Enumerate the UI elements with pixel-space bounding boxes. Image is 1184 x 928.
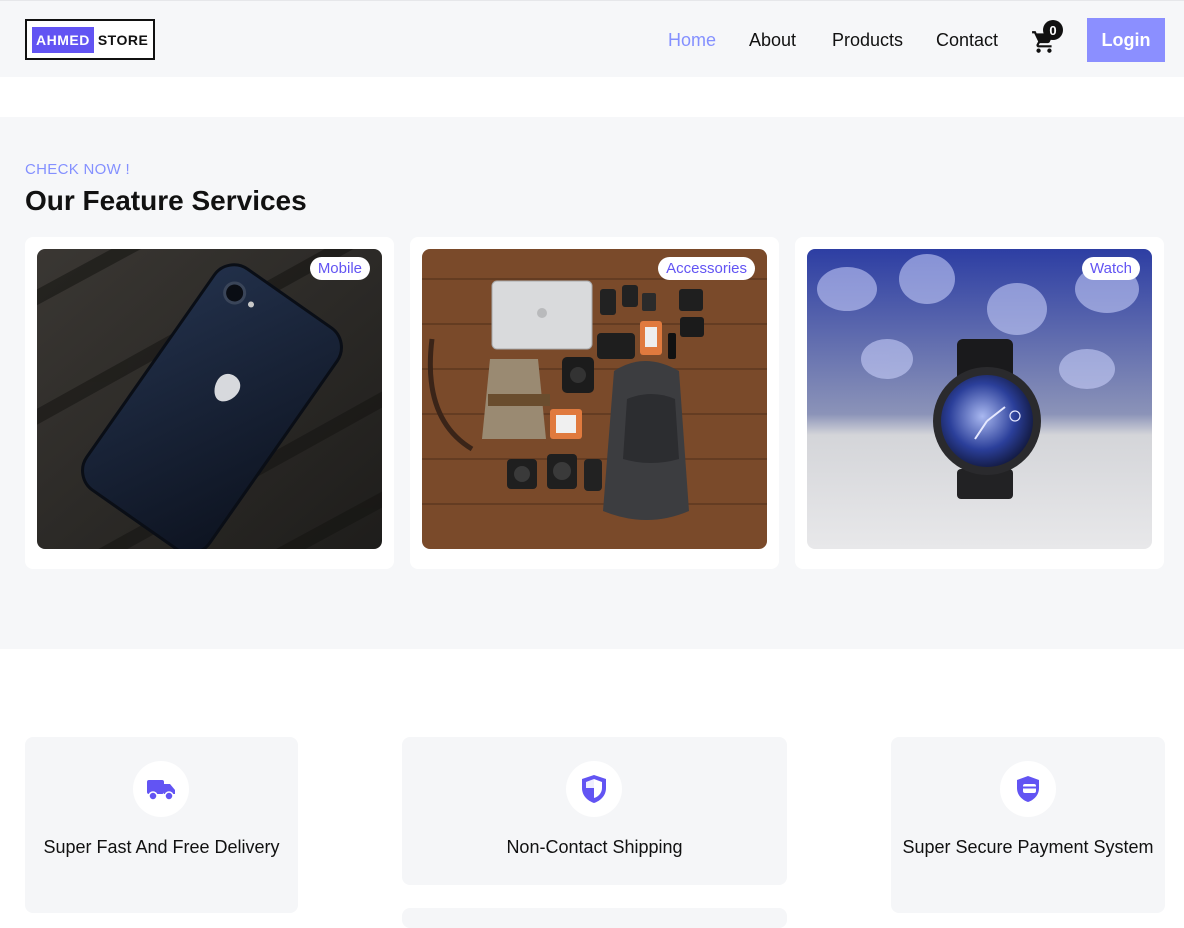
nav-products[interactable]: Products xyxy=(832,30,903,51)
section-title: Our Feature Services xyxy=(25,185,307,216)
watch-image: Watch xyxy=(807,249,1152,549)
shield-icon xyxy=(582,775,606,803)
section-kicker: CHECK NOW ! xyxy=(25,161,130,178)
feature-icon-wrap xyxy=(133,761,189,817)
card-tag-watch: Watch xyxy=(1082,257,1140,280)
mobile-image: Mobile xyxy=(37,249,382,549)
feature-non-contact-shipping: Non-Contact Shipping xyxy=(402,737,787,885)
featured-section: CHECK NOW ! Our Feature Services Mobile … xyxy=(0,117,1184,649)
login-button[interactable]: Login xyxy=(1087,18,1165,62)
site-header: AHMED STORE Home About Products Contact … xyxy=(0,0,1184,77)
feature-icon-wrap xyxy=(566,761,622,817)
feature-fast-delivery: Super Fast And Free Delivery xyxy=(25,737,298,913)
card-tag-mobile: Mobile xyxy=(309,257,370,280)
feature-secure-payment: Super Secure Payment System xyxy=(891,737,1165,913)
feature-label: Super Fast And Free Delivery xyxy=(43,837,280,857)
feature-card-watch[interactable]: Watch xyxy=(795,237,1164,569)
card-tag-accessories: Accessories xyxy=(658,257,755,280)
nav-contact[interactable]: Contact xyxy=(936,30,998,51)
logo-badge: AHMED xyxy=(32,26,94,53)
accessories-image: Accessories xyxy=(422,249,767,549)
feature-card-accessories[interactable]: Accessories xyxy=(410,237,779,569)
truck-icon xyxy=(147,780,175,801)
feature-label: Non-Contact Shipping xyxy=(506,837,683,857)
feature-icon-wrap xyxy=(1000,761,1056,817)
feature-label: Super Secure Payment System xyxy=(902,837,1154,857)
cart-count-badge: 0 xyxy=(1043,20,1063,40)
feature-card-mobile[interactable]: Mobile xyxy=(25,237,394,569)
cart-button[interactable]: 0 xyxy=(1031,20,1065,56)
brand-logo[interactable]: AHMED STORE xyxy=(25,19,156,60)
feature-card-partial xyxy=(402,908,787,928)
nav-about[interactable]: About xyxy=(749,30,796,51)
logo-text: STORE xyxy=(97,31,149,48)
nav-home[interactable]: Home xyxy=(668,30,716,51)
secure-payment-icon xyxy=(1017,776,1039,802)
